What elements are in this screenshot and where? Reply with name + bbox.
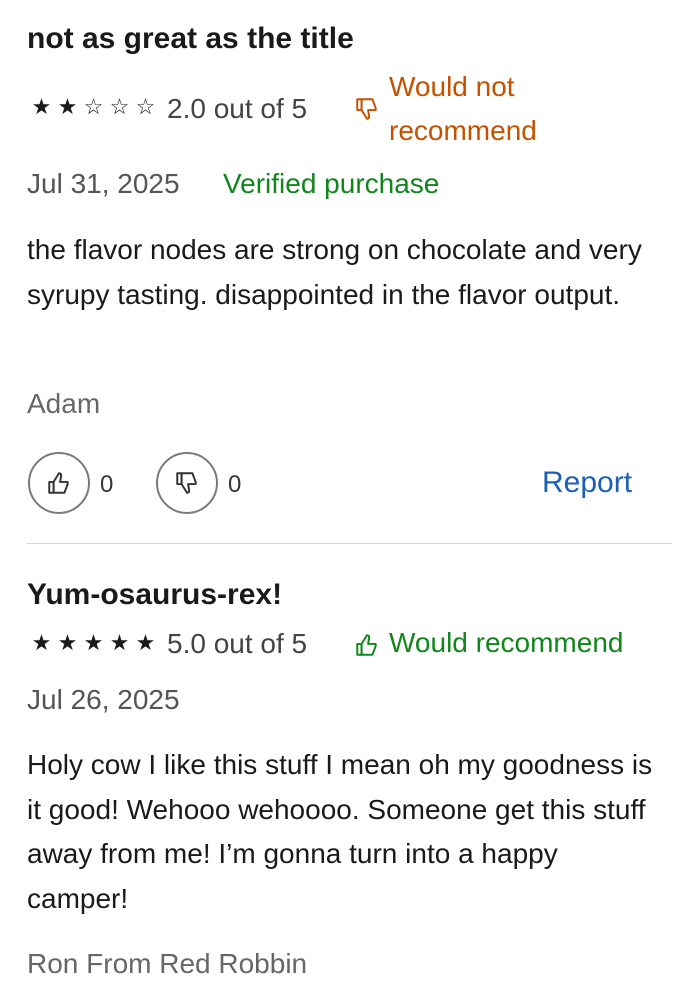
star-rating: ★ ★ ☆ ☆ ☆ <box>28 94 158 120</box>
unhelpful-button[interactable] <box>156 452 218 514</box>
review-card: Yum-osaurus-rex! ★ ★ ★ ★ ★ 5.0 out of 5 Woul… <box>0 545 686 1000</box>
recommendation-label: Would not recommend <box>389 65 537 153</box>
review-date: Jul 31, 2025 <box>27 168 180 199</box>
star-rating: ★ ★ ★ ★ ★ <box>28 630 158 656</box>
star-filled-icon: ★ <box>31 630 52 655</box>
review-date: Jul 26, 2025 <box>27 684 180 715</box>
rating-text: 2.0 out of 5 <box>167 93 308 124</box>
thumbs-down-icon <box>176 472 197 494</box>
rating-text: 5.0 out of 5 <box>167 628 308 659</box>
review-body: Holy cow I like this stuff I mean oh my … <box>27 749 653 914</box>
star-empty-icon: ☆ <box>109 94 130 119</box>
recommendation-label: Would recommend <box>389 627 624 658</box>
star-filled-icon: ★ <box>57 630 78 655</box>
review-body: the flavor nodes are strong on chocolate… <box>27 234 642 310</box>
review-title: not as great as the title <box>27 22 354 55</box>
thumbs-up-icon <box>48 472 69 494</box>
star-filled-icon: ★ <box>135 630 156 655</box>
thumbs-up-icon <box>356 634 377 656</box>
divider <box>27 543 672 544</box>
helpful-button[interactable] <box>28 452 90 514</box>
star-empty-icon: ☆ <box>135 94 156 119</box>
review-card: not as great as the title ★ ★ ☆ ☆ ☆ 2.0 out … <box>0 0 686 545</box>
review-author: Ron From Red Robbin <box>27 948 308 979</box>
star-filled-icon: ★ <box>83 630 104 655</box>
star-filled-icon: ★ <box>31 94 52 119</box>
unhelpful-count: 0 <box>228 471 242 498</box>
thumbs-down-icon <box>356 98 377 120</box>
recommendation-line: Would not <box>389 71 515 102</box>
star-empty-icon: ☆ <box>83 94 104 119</box>
review-author: Adam <box>27 388 101 419</box>
recommendation-line: recommend <box>389 115 537 146</box>
helpful-count: 0 <box>100 471 114 498</box>
verified-purchase-badge: Verified purchase <box>223 168 440 199</box>
review-title: Yum-osaurus-rex! <box>27 578 283 611</box>
star-filled-icon: ★ <box>57 94 78 119</box>
report-link[interactable]: Report <box>542 466 632 500</box>
star-filled-icon: ★ <box>109 630 130 655</box>
